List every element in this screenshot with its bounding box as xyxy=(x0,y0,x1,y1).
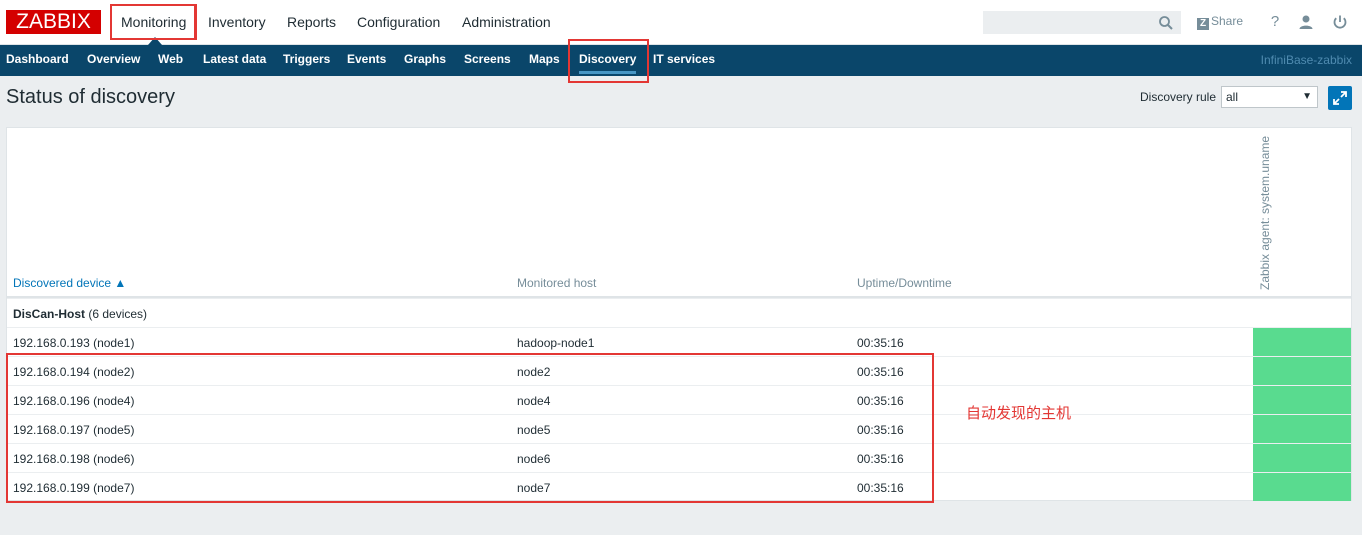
sub-menu-web[interactable]: Web xyxy=(158,45,183,76)
group-count: (6 devices) xyxy=(88,307,148,321)
table-row: 192.168.0.197 (node5) node5 00:35:16 xyxy=(7,414,1351,443)
table-row: 192.168.0.198 (node6) node6 00:35:16 xyxy=(7,443,1351,472)
user-profile-icon[interactable] xyxy=(1297,13,1315,31)
sub-menu-maps[interactable]: Maps xyxy=(529,45,560,76)
select-arrow-icon: ▼ xyxy=(1302,91,1312,102)
main-menu-monitoring[interactable]: Monitoring xyxy=(110,4,198,40)
status-cell-up xyxy=(1253,415,1351,443)
top-bar: ZABBIX Monitoring Inventory Reports Conf… xyxy=(0,0,1362,45)
share-button[interactable]: Z Share xyxy=(1197,14,1243,30)
status-cell-up xyxy=(1253,473,1351,501)
discovery-rule-label: Discovery rule xyxy=(1140,90,1217,104)
device-cell: 192.168.0.194 (node2) xyxy=(13,365,135,379)
device-cell: 192.168.0.198 (node6) xyxy=(13,452,135,466)
sub-menu-screens[interactable]: Screens xyxy=(464,45,511,76)
server-name: InfiniBase-zabbix xyxy=(1260,53,1352,67)
device-cell: 192.168.0.197 (node5) xyxy=(13,423,135,437)
sub-menu-triggers[interactable]: Triggers xyxy=(283,45,330,76)
group-row: DisCan-Host (6 devices) xyxy=(7,298,1351,327)
main-menu-administration[interactable]: Administration xyxy=(462,0,551,44)
fullscreen-button[interactable] xyxy=(1328,86,1352,110)
help-icon[interactable]: ? xyxy=(1266,13,1284,31)
device-cell: 192.168.0.199 (node7) xyxy=(13,481,135,495)
discovery-rule-select[interactable]: all ▼ xyxy=(1221,86,1318,108)
table-row: 192.168.0.199 (node7) node7 00:35:16 xyxy=(7,472,1351,501)
host-cell: node7 xyxy=(517,481,551,495)
power-icon[interactable] xyxy=(1331,13,1349,31)
sub-menu-events[interactable]: Events xyxy=(347,45,386,76)
column-discovered-device[interactable]: Discovered device ▲ xyxy=(13,276,126,290)
sub-menu-graphs[interactable]: Graphs xyxy=(404,45,446,76)
search-icon[interactable] xyxy=(1158,15,1174,31)
host-cell: node2 xyxy=(517,365,551,379)
sub-menu-discovery[interactable]: Discovery xyxy=(579,45,637,76)
uptime-cell: 00:35:16 xyxy=(857,423,904,437)
active-menu-caret xyxy=(148,37,162,45)
zabbix-logo[interactable]: ZABBIX xyxy=(6,10,101,34)
host-cell: node4 xyxy=(517,394,551,408)
sub-menu: Dashboard Overview Web Latest data Trigg… xyxy=(0,45,1362,76)
table-row: 192.168.0.193 (node1) hadoop-node1 00:35… xyxy=(7,327,1351,356)
main-menu-inventory[interactable]: Inventory xyxy=(208,0,266,44)
fullscreen-icon xyxy=(1333,91,1347,105)
column-zabbix-agent-check: Zabbix agent: system.uname xyxy=(1258,135,1272,290)
uptime-cell: 00:35:16 xyxy=(857,481,904,495)
search-input[interactable] xyxy=(983,11,1181,34)
status-cell-up xyxy=(1253,328,1351,356)
sub-menu-overview[interactable]: Overview xyxy=(87,45,140,76)
group-cell: DisCan-Host (6 devices) xyxy=(13,307,147,321)
status-cell-up xyxy=(1253,386,1351,414)
uptime-cell: 00:35:16 xyxy=(857,452,904,466)
group-name: DisCan-Host xyxy=(13,307,86,321)
table-row: 192.168.0.194 (node2) node2 00:35:16 xyxy=(7,356,1351,385)
column-uptime: Uptime/Downtime xyxy=(857,276,952,290)
share-label: Share xyxy=(1211,14,1244,28)
sub-menu-it-services[interactable]: IT services xyxy=(653,45,715,76)
annotation-text: 自动发现的主机 xyxy=(966,405,1072,422)
column-monitored-host: Monitored host xyxy=(517,276,597,290)
main-menu-reports[interactable]: Reports xyxy=(287,0,336,44)
uptime-cell: 00:35:16 xyxy=(857,365,904,379)
device-cell: 192.168.0.196 (node4) xyxy=(13,394,135,408)
host-cell: node6 xyxy=(517,452,551,466)
share-badge-icon: Z xyxy=(1197,18,1209,30)
sub-menu-latest-data[interactable]: Latest data xyxy=(203,45,266,76)
table-row: 192.168.0.196 (node4) node4 00:35:16 xyxy=(7,385,1351,414)
host-cell: node5 xyxy=(517,423,551,437)
discovery-table: Discovered device ▲ Monitored host Uptim… xyxy=(6,127,1352,501)
sub-menu-dashboard[interactable]: Dashboard xyxy=(6,45,69,76)
main-menu-configuration[interactable]: Configuration xyxy=(357,0,440,44)
page-title: Status of discovery xyxy=(6,86,175,108)
host-cell: hadoop-node1 xyxy=(517,336,595,350)
status-cell-up xyxy=(1253,444,1351,472)
uptime-cell: 00:35:16 xyxy=(857,394,904,408)
device-cell: 192.168.0.193 (node1) xyxy=(13,336,135,350)
discovery-rule-value: all xyxy=(1226,90,1239,104)
status-cell-up xyxy=(1253,357,1351,385)
uptime-cell: 00:35:16 xyxy=(857,336,904,350)
